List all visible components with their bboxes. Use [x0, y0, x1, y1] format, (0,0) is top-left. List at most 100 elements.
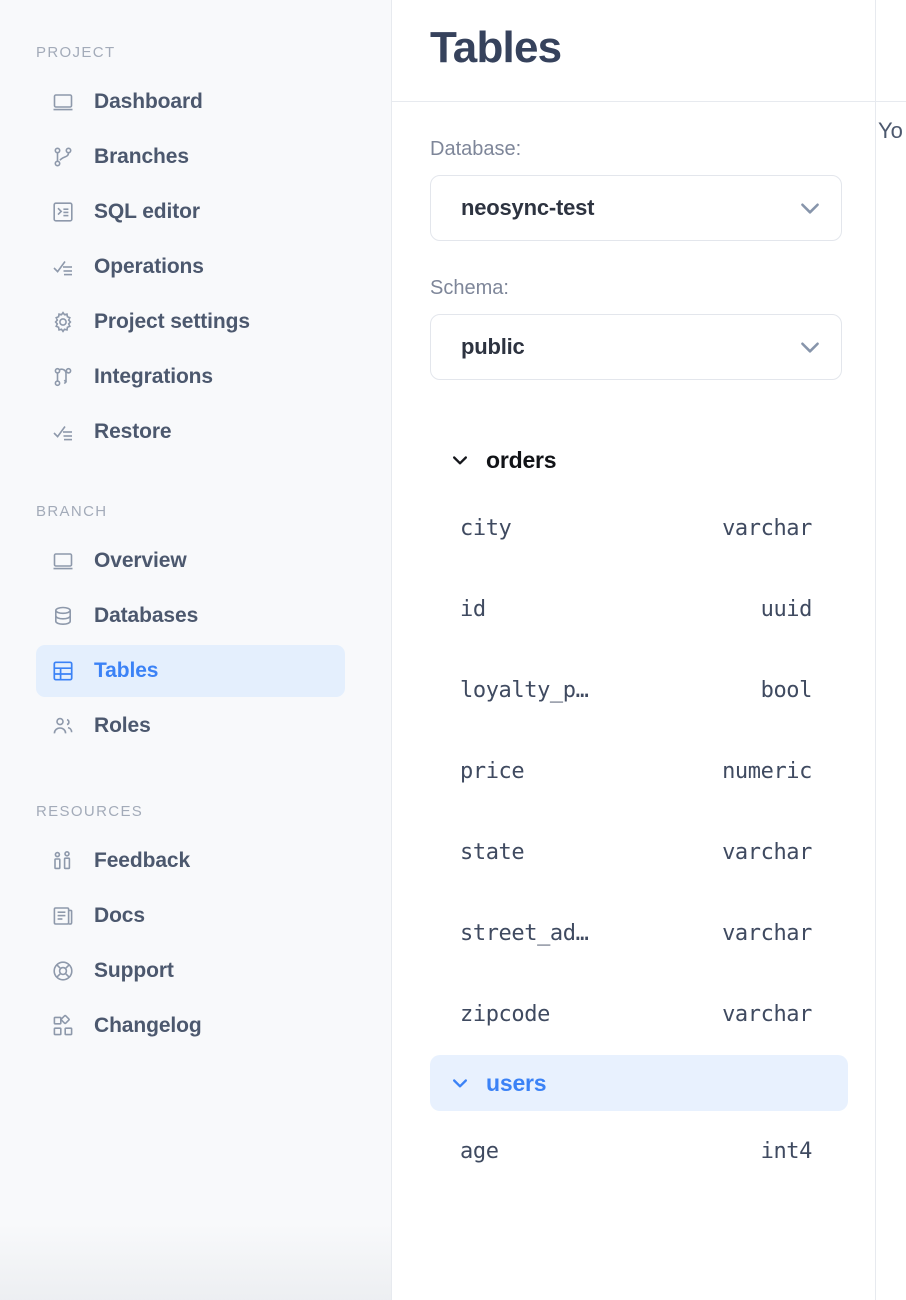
- restore-icon: [50, 419, 76, 445]
- sidebar-item-label: Branches: [94, 145, 189, 168]
- table-row[interactable]: street_ad… varchar: [430, 893, 830, 974]
- sidebar-item-changelog[interactable]: Changelog: [36, 1000, 345, 1052]
- table-row[interactable]: loyalty_p… bool: [430, 650, 830, 731]
- sidebar-heading-branch: BRANCH: [36, 503, 108, 520]
- column-type: varchar: [722, 921, 812, 946]
- column-type: int4: [760, 1139, 813, 1164]
- sidebar-item-label: Support: [94, 959, 174, 982]
- sidebar-section-branch: BRANCH Overview Databases Tables Roles: [0, 461, 391, 752]
- chevron-down-icon: [450, 1073, 470, 1093]
- sidebar-item-sql-editor[interactable]: SQL editor: [36, 186, 345, 238]
- schema-select[interactable]: public: [430, 314, 842, 380]
- table-tree: orders city varchar id uuid loyalty_p… b…: [430, 432, 868, 1192]
- sidebar-item-support[interactable]: Support: [36, 945, 345, 997]
- sidebar-item-label: Project settings: [94, 310, 250, 333]
- table-group-users[interactable]: users: [430, 1055, 848, 1111]
- schema-field: Schema: public: [430, 241, 868, 380]
- sidebar-item-label: Databases: [94, 604, 199, 627]
- sidebar: PROJECT Dashboard Branches SQL editor Op…: [0, 0, 392, 1300]
- sidebar-item-label: Docs: [94, 904, 145, 927]
- database-field: Database: neosync-test: [430, 102, 868, 241]
- main-content: Tables Database: neosync-test Schema: pu…: [392, 0, 906, 1300]
- database-label: Database:: [430, 138, 522, 160]
- column-name: zipcode: [460, 1002, 550, 1027]
- integrations-icon: [50, 364, 76, 390]
- column-name: street_ad…: [460, 921, 589, 946]
- right-panel-header: [876, 0, 906, 102]
- schema-label: Schema:: [430, 277, 509, 299]
- feedback-icon: [50, 848, 76, 874]
- table-row[interactable]: price numeric: [430, 731, 830, 812]
- users-icon: [50, 713, 76, 739]
- sidebar-item-roles[interactable]: Roles: [36, 700, 345, 752]
- schema-select-value: public: [461, 334, 525, 359]
- sidebar-heading-resources: RESOURCES: [36, 803, 144, 820]
- column-name: city: [460, 516, 512, 541]
- table-row[interactable]: zipcode varchar: [430, 974, 830, 1055]
- column-type: varchar: [722, 516, 812, 541]
- database-select-value: neosync-test: [461, 195, 595, 220]
- table-group-orders[interactable]: orders: [430, 432, 868, 488]
- sidebar-item-label: Feedback: [94, 849, 191, 872]
- column-name: loyalty_p…: [460, 678, 589, 703]
- column-type: numeric: [722, 759, 812, 784]
- chevron-down-icon: [450, 450, 470, 470]
- column-name: state: [460, 840, 525, 865]
- lifebuoy-icon: [50, 958, 76, 984]
- sidebar-item-dashboard[interactable]: Dashboard: [36, 76, 345, 128]
- gear-icon: [50, 309, 76, 335]
- sidebar-item-overview[interactable]: Overview: [36, 535, 345, 587]
- column-name: price: [460, 759, 525, 784]
- chevron-down-icon: [797, 334, 823, 360]
- main-body: Database: neosync-test Schema: public or…: [392, 102, 906, 1192]
- sidebar-item-label: Changelog: [94, 1014, 202, 1037]
- right-panel: Yo: [875, 0, 906, 1300]
- app-root: PROJECT Dashboard Branches SQL editor Op…: [0, 0, 906, 1300]
- chevron-down-icon: [797, 195, 823, 221]
- branches-icon: [50, 144, 76, 170]
- database-icon: [50, 603, 76, 629]
- sidebar-item-label: Tables: [94, 659, 159, 682]
- right-panel-text: Yo: [878, 118, 903, 143]
- sidebar-item-label: Dashboard: [94, 90, 203, 113]
- sidebar-item-feedback[interactable]: Feedback: [36, 835, 345, 887]
- overview-icon: [50, 548, 76, 574]
- sql-editor-icon: [50, 199, 76, 225]
- table-group-name: orders: [486, 446, 557, 473]
- changelog-icon: [50, 1013, 76, 1039]
- column-type: varchar: [722, 1002, 812, 1027]
- column-name: age: [460, 1139, 499, 1164]
- sidebar-item-operations[interactable]: Operations: [36, 241, 345, 293]
- sidebar-item-tables[interactable]: Tables: [36, 645, 345, 697]
- table-row[interactable]: age int4: [430, 1111, 830, 1192]
- sidebar-item-label: Overview: [94, 549, 187, 572]
- sidebar-section-project: PROJECT Dashboard Branches SQL editor Op…: [0, 44, 391, 458]
- column-type: varchar: [722, 840, 812, 865]
- sidebar-item-integrations[interactable]: Integrations: [36, 351, 345, 403]
- operations-icon: [50, 254, 76, 280]
- page-title: Tables: [430, 22, 562, 72]
- column-type: uuid: [760, 597, 813, 622]
- column-type: bool: [760, 678, 813, 703]
- dashboard-icon: [50, 89, 76, 115]
- sidebar-item-label: Restore: [94, 420, 172, 443]
- table-row[interactable]: id uuid: [430, 569, 830, 650]
- sidebar-item-label: Operations: [94, 255, 204, 278]
- docs-icon: [50, 903, 76, 929]
- sidebar-item-project-settings[interactable]: Project settings: [36, 296, 345, 348]
- main-header: Tables: [392, 0, 906, 102]
- table-row[interactable]: city varchar: [430, 488, 830, 569]
- sidebar-item-label: Integrations: [94, 365, 213, 388]
- database-select[interactable]: neosync-test: [430, 175, 842, 241]
- table-icon: [50, 658, 76, 684]
- sidebar-heading-project: PROJECT: [36, 44, 116, 61]
- sidebar-item-branches[interactable]: Branches: [36, 131, 345, 183]
- sidebar-section-resources: RESOURCES Feedback Docs Support Changelo…: [0, 755, 391, 1052]
- column-name: id: [460, 597, 486, 622]
- table-group-name: users: [486, 1069, 547, 1096]
- sidebar-item-label: SQL editor: [94, 200, 200, 223]
- sidebar-item-restore[interactable]: Restore: [36, 406, 345, 458]
- sidebar-item-databases[interactable]: Databases: [36, 590, 345, 642]
- table-row[interactable]: state varchar: [430, 812, 830, 893]
- sidebar-item-docs[interactable]: Docs: [36, 890, 345, 942]
